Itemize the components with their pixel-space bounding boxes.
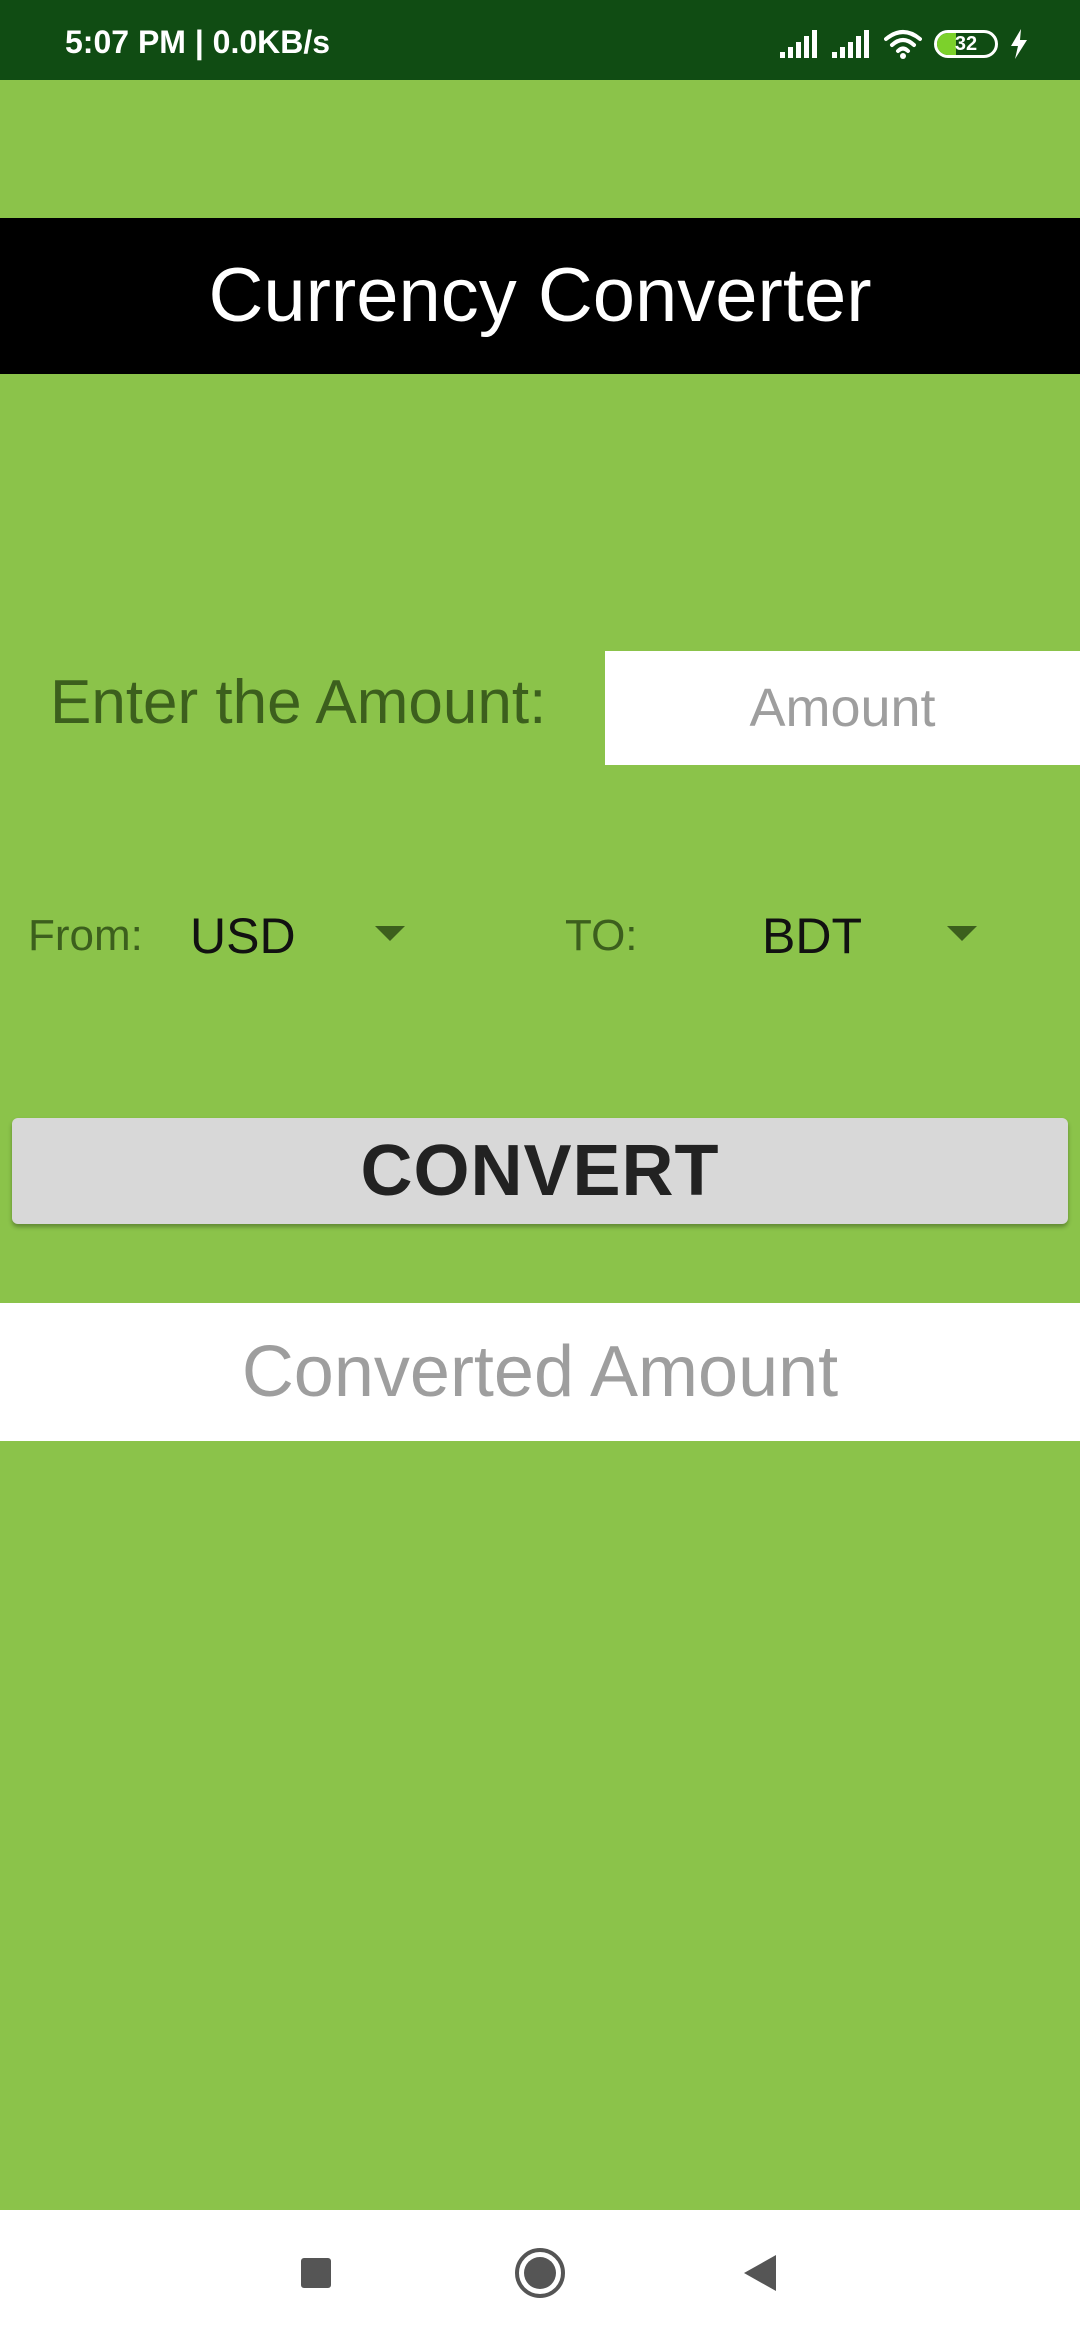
home-icon bbox=[513, 2246, 567, 2305]
charging-icon bbox=[1010, 29, 1028, 59]
battery-fill bbox=[937, 33, 956, 55]
from-currency-value: USD bbox=[190, 908, 296, 964]
signal-icon bbox=[780, 30, 820, 58]
converted-amount-field: Converted Amount bbox=[0, 1303, 1080, 1441]
from-currency-spinner[interactable]: USD bbox=[190, 890, 420, 982]
from-label: From: bbox=[28, 911, 143, 960]
to-currency-spinner[interactable]: BDT bbox=[762, 890, 992, 982]
status-icons: 32 bbox=[780, 28, 1028, 60]
dropdown-arrow-icon bbox=[947, 926, 977, 941]
dropdown-arrow-icon bbox=[375, 926, 405, 941]
title-bar: Currency Converter bbox=[0, 218, 1080, 374]
amount-input[interactable] bbox=[605, 651, 1080, 765]
app-title: Currency Converter bbox=[208, 253, 872, 338]
back-icon bbox=[742, 2253, 778, 2298]
status-time: 5:07 PM | 0.0KB/s bbox=[65, 24, 331, 60]
convert-button[interactable]: CONVERT bbox=[12, 1118, 1068, 1224]
status-bar: 5:07 PM | 0.0KB/s 32 bbox=[0, 0, 1080, 80]
battery-icon: 32 bbox=[934, 30, 998, 58]
navigation-bar bbox=[0, 2210, 1080, 2340]
home-button[interactable] bbox=[480, 2210, 600, 2340]
to-label: TO: bbox=[565, 911, 638, 960]
battery-level: 32 bbox=[954, 33, 978, 55]
to-currency-value: BDT bbox=[762, 908, 862, 964]
recents-icon bbox=[299, 2256, 333, 2295]
signal-icon bbox=[832, 30, 872, 58]
wifi-icon bbox=[884, 29, 922, 59]
amount-label: Enter the Amount: bbox=[50, 668, 547, 737]
converted-amount-placeholder: Converted Amount bbox=[241, 1332, 839, 1412]
recents-button[interactable] bbox=[256, 2210, 376, 2340]
back-button[interactable] bbox=[700, 2210, 820, 2340]
